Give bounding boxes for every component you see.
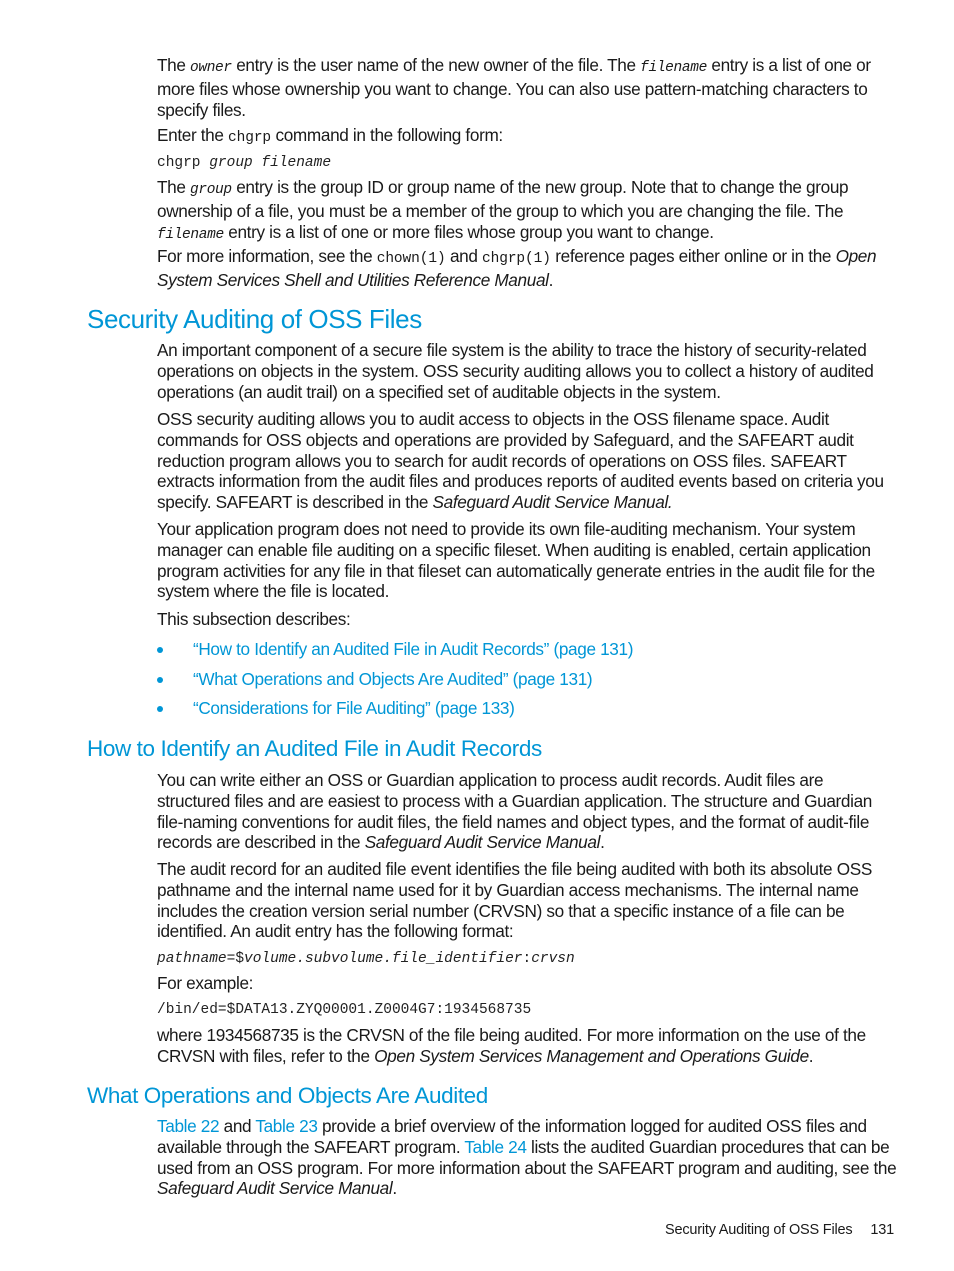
audit-entry-example: /bin/ed=$DATA13.ZYQ00001.Z0004G7:1934568… xyxy=(157,1001,899,1019)
text: The audit record for an audited file eve… xyxy=(157,859,872,942)
page-number: 131 xyxy=(870,1222,894,1238)
section1-paragraph-3: Your application program does not need t… xyxy=(157,519,899,602)
bullet-icon xyxy=(157,676,163,683)
text: command in the following form: xyxy=(271,125,503,145)
section3-paragraph-1: Table 22 and Table 23 provide a brief ov… xyxy=(157,1116,899,1199)
text: entry is the group ID or group name of t… xyxy=(157,177,849,221)
text: Your application program does not need t… xyxy=(157,519,875,602)
text: . xyxy=(392,1178,397,1199)
section1-paragraph-4: This subsection describes: xyxy=(157,609,899,630)
section1-paragraph-2: OSS security auditing allows you to audi… xyxy=(157,409,899,513)
page-footer: Security Auditing of OSS Files 131 xyxy=(665,1222,894,1238)
format-dollar: $ xyxy=(235,951,245,967)
link-table-24[interactable]: Table 24 xyxy=(464,1137,527,1157)
text: and xyxy=(445,246,483,266)
format-colon: : xyxy=(522,951,532,967)
example-code: /bin/ed=$DATA13.ZYQ00001.Z0004G7:1934568… xyxy=(157,1002,532,1018)
document-page: The owner entry is the user name of the … xyxy=(0,0,954,1271)
syntax-command: chgrp xyxy=(157,155,210,171)
subsection-heading-what-operations: What Operations and Objects Are Audited xyxy=(87,1083,488,1108)
manual-title: Safeguard Audit Service Manual xyxy=(157,1178,393,1199)
footer-section-title: Security Auditing of OSS Files xyxy=(664,1222,853,1238)
code-chgrp: chgrp xyxy=(228,130,272,146)
format-volume-path: volume.subvolume.file_identifier xyxy=(244,951,523,967)
manual-title: Open System Services Management and Oper… xyxy=(374,1045,809,1066)
intro-paragraph-references: For more information, see the chown(1) a… xyxy=(157,246,899,291)
text: . xyxy=(600,832,605,853)
section2-paragraph-3: For example: xyxy=(157,973,899,994)
audit-entry-format: pathname=$volume.subvolume.file_identifi… xyxy=(157,950,899,968)
text: An important component of a secure file … xyxy=(157,340,874,402)
link-table-22[interactable]: Table 22 xyxy=(157,1116,220,1136)
syntax-line: chgrp group filename xyxy=(157,154,899,172)
format-crvsn: crvsn xyxy=(531,951,575,967)
section2-paragraph-1: You can write either an OSS or Guardian … xyxy=(157,770,899,853)
code-filename: filename xyxy=(157,226,224,243)
bullet-icon xyxy=(157,706,163,712)
intro-paragraph-owner: The owner entry is the user name of the … xyxy=(157,55,899,120)
subsection-heading-identify: How to Identify an Audited File in Audit… xyxy=(87,736,542,761)
text: reference pages either online or in the xyxy=(550,246,836,266)
text: For example: xyxy=(157,973,254,993)
code-filename: filename xyxy=(640,60,707,76)
link-how-to-identify[interactable]: “How to Identify an Audited File in Audi… xyxy=(193,639,633,660)
section2-paragraph-4: where 1934568735 is the CRVSN of the fil… xyxy=(157,1025,899,1067)
text: Enter the xyxy=(157,125,229,145)
text: For more information, see the xyxy=(157,246,377,266)
text: . xyxy=(808,1045,814,1066)
section2-paragraph-2: The audit record for an audited file eve… xyxy=(157,859,899,942)
link-table-23[interactable]: Table 23 xyxy=(255,1116,318,1136)
text: The xyxy=(157,55,190,75)
manual-title: Safeguard Audit Service Manual xyxy=(364,832,601,853)
format-pathname: pathname= xyxy=(157,951,236,967)
syntax-args: group filename xyxy=(209,155,332,171)
link-considerations[interactable]: “Considerations for File Auditing” (page… xyxy=(193,698,515,719)
section1-paragraph-1: An important component of a secure file … xyxy=(157,340,899,402)
bullet-icon xyxy=(157,647,163,653)
text: . xyxy=(548,269,554,290)
intro-paragraph-chgrp: Enter the chgrp command in the following… xyxy=(157,125,899,149)
code-owner: owner xyxy=(190,60,232,76)
code-group: group xyxy=(190,182,232,198)
text: and xyxy=(219,1116,256,1136)
ref-chown: chown(1) xyxy=(376,251,446,267)
link-what-operations[interactable]: “What Operations and Objects Are Audited… xyxy=(193,669,593,690)
text: The xyxy=(157,177,190,197)
section-heading-security-auditing: Security Auditing of OSS Files xyxy=(87,304,422,334)
manual-title: Safeguard Audit Service Manual. xyxy=(432,492,673,513)
text: entry is a list of one or more files who… xyxy=(223,221,714,242)
ref-chgrp: chgrp(1) xyxy=(482,251,551,267)
intro-paragraph-group: The group entry is the group ID or group… xyxy=(157,177,899,245)
text: entry is the user name of the new owner … xyxy=(231,55,641,75)
text: This subsection describes: xyxy=(157,609,351,629)
